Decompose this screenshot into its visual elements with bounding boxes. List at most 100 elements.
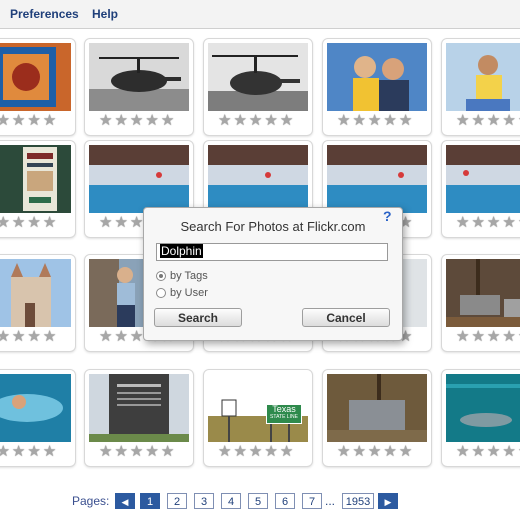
star-icon[interactable]: ★ bbox=[337, 113, 350, 129]
help-icon[interactable]: ? bbox=[383, 209, 396, 223]
star-icon[interactable]: ★ bbox=[456, 215, 469, 231]
photo-thumbnail[interactable] bbox=[327, 43, 427, 111]
photo-thumbnail[interactable] bbox=[327, 145, 427, 213]
photo-card[interactable]: ★★★★★ bbox=[441, 38, 520, 136]
star-rating[interactable]: ★★★★★ bbox=[456, 444, 520, 460]
star-rating[interactable]: ★★★★★ bbox=[456, 113, 520, 129]
star-icon[interactable]: ★ bbox=[218, 444, 231, 460]
photo-thumbnail[interactable] bbox=[89, 43, 189, 111]
star-icon[interactable]: ★ bbox=[368, 444, 381, 460]
star-icon[interactable]: ★ bbox=[502, 215, 515, 231]
star-icon[interactable]: ★ bbox=[43, 329, 56, 345]
page-button-5[interactable]: 5 bbox=[248, 493, 268, 509]
star-icon[interactable]: ★ bbox=[233, 444, 246, 460]
star-icon[interactable]: ★ bbox=[99, 329, 112, 345]
next-page-button[interactable]: ▶ bbox=[378, 493, 398, 509]
star-icon[interactable]: ★ bbox=[12, 215, 25, 231]
star-icon[interactable]: ★ bbox=[145, 444, 158, 460]
photo-card[interactable]: ★★★★★ bbox=[441, 254, 520, 352]
star-icon[interactable]: ★ bbox=[99, 444, 112, 460]
search-button[interactable]: Search bbox=[154, 308, 242, 327]
photo-card[interactable]: ★★★★★ bbox=[0, 140, 76, 238]
star-rating[interactable]: ★★★★★ bbox=[337, 113, 412, 129]
photo-thumbnail[interactable] bbox=[0, 145, 71, 213]
star-icon[interactable]: ★ bbox=[264, 113, 277, 129]
photo-card[interactable]: ★★★★★ bbox=[0, 254, 76, 352]
star-icon[interactable]: ★ bbox=[264, 444, 277, 460]
page-button-7[interactable]: 7 bbox=[302, 493, 322, 509]
star-icon[interactable]: ★ bbox=[0, 113, 10, 129]
photo-thumbnail[interactable] bbox=[208, 43, 308, 111]
star-rating[interactable]: ★★★★★ bbox=[0, 444, 56, 460]
star-icon[interactable]: ★ bbox=[487, 113, 500, 129]
photo-thumbnail[interactable] bbox=[0, 43, 71, 111]
star-icon[interactable]: ★ bbox=[280, 113, 293, 129]
star-icon[interactable]: ★ bbox=[114, 329, 127, 345]
photo-card[interactable]: Texas STATE LINE ★ ★ ★ ★ ★ bbox=[203, 369, 313, 467]
star-icon[interactable]: ★ bbox=[130, 444, 143, 460]
star-icon[interactable]: ★ bbox=[0, 329, 10, 345]
cancel-button[interactable]: Cancel bbox=[302, 308, 390, 327]
star-icon[interactable]: ★ bbox=[399, 113, 412, 129]
star-icon[interactable]: ★ bbox=[502, 329, 515, 345]
menu-help[interactable]: Help bbox=[92, 7, 118, 21]
star-icon[interactable]: ★ bbox=[337, 444, 350, 460]
photo-card[interactable]: ★★★★★ bbox=[84, 38, 194, 136]
star-rating[interactable]: ★★★★★ bbox=[99, 444, 174, 460]
star-icon[interactable]: ★ bbox=[12, 329, 25, 345]
photo-card[interactable]: ★★★★★ bbox=[322, 369, 432, 467]
star-icon[interactable]: ★ bbox=[145, 113, 158, 129]
photo-thumbnail[interactable] bbox=[89, 374, 189, 442]
star-icon[interactable]: ★ bbox=[99, 113, 112, 129]
page-button-3[interactable]: 3 bbox=[194, 493, 214, 509]
photo-thumbnail[interactable] bbox=[446, 145, 520, 213]
star-rating[interactable]: ★★★★★ bbox=[456, 329, 520, 345]
star-icon[interactable]: ★ bbox=[383, 444, 396, 460]
star-icon[interactable]: ★ bbox=[352, 113, 365, 129]
star-icon[interactable]: ★ bbox=[27, 444, 40, 460]
star-rating[interactable]: ★★★★★ bbox=[337, 444, 412, 460]
photo-card[interactable]: ★★★★★ bbox=[441, 369, 520, 467]
star-icon[interactable]: ★ bbox=[471, 113, 484, 129]
star-icon[interactable]: ★ bbox=[114, 215, 127, 231]
star-icon[interactable]: ★ bbox=[487, 329, 500, 345]
page-button-6[interactable]: 6 bbox=[275, 493, 295, 509]
photo-thumbnail[interactable] bbox=[327, 374, 427, 442]
photo-card[interactable]: ★★★★★ bbox=[441, 140, 520, 238]
star-icon[interactable]: ★ bbox=[218, 113, 231, 129]
star-icon[interactable]: ★ bbox=[114, 444, 127, 460]
photo-thumbnail[interactable] bbox=[446, 43, 520, 111]
star-icon[interactable]: ★ bbox=[471, 329, 484, 345]
search-query-input[interactable]: Dolphin bbox=[156, 243, 388, 261]
star-icon[interactable]: ★ bbox=[352, 444, 365, 460]
star-icon[interactable]: ★ bbox=[99, 215, 112, 231]
star-icon[interactable]: ★ bbox=[0, 444, 10, 460]
star-icon[interactable]: ★ bbox=[368, 113, 381, 129]
star-icon[interactable]: ★ bbox=[487, 444, 500, 460]
star-rating[interactable]: ★★★★★ bbox=[456, 215, 520, 231]
photo-thumbnail[interactable] bbox=[446, 259, 520, 327]
star-icon[interactable]: ★ bbox=[471, 444, 484, 460]
page-button-1[interactable]: 1 bbox=[140, 493, 160, 509]
star-rating[interactable]: ★★★★★ bbox=[0, 113, 56, 129]
star-icon[interactable]: ★ bbox=[161, 113, 174, 129]
photo-card[interactable]: ★★★★★ bbox=[84, 369, 194, 467]
star-icon[interactable]: ★ bbox=[27, 329, 40, 345]
star-rating[interactable]: ★★★★★ bbox=[218, 113, 293, 129]
radio-by-user[interactable]: by User bbox=[156, 286, 208, 300]
photo-thumbnail[interactable] bbox=[208, 145, 308, 213]
radio-button-user[interactable] bbox=[156, 288, 166, 298]
photo-thumbnail[interactable] bbox=[0, 374, 71, 442]
star-icon[interactable]: ★ bbox=[130, 329, 143, 345]
photo-thumbnail[interactable] bbox=[0, 259, 71, 327]
star-icon[interactable]: ★ bbox=[280, 444, 293, 460]
photo-card[interactable]: ★★★★★ bbox=[203, 38, 313, 136]
prev-page-button[interactable]: ◀ bbox=[115, 493, 135, 509]
page-button-last[interactable]: 1953 bbox=[342, 493, 374, 509]
star-rating[interactable]: ★★★★★ bbox=[0, 215, 56, 231]
star-icon[interactable]: ★ bbox=[130, 113, 143, 129]
photo-thumbnail[interactable] bbox=[446, 374, 520, 442]
star-rating[interactable]: ★★★★★ bbox=[218, 444, 293, 460]
star-icon[interactable]: ★ bbox=[114, 113, 127, 129]
star-rating[interactable]: ★★★★★ bbox=[99, 113, 174, 129]
